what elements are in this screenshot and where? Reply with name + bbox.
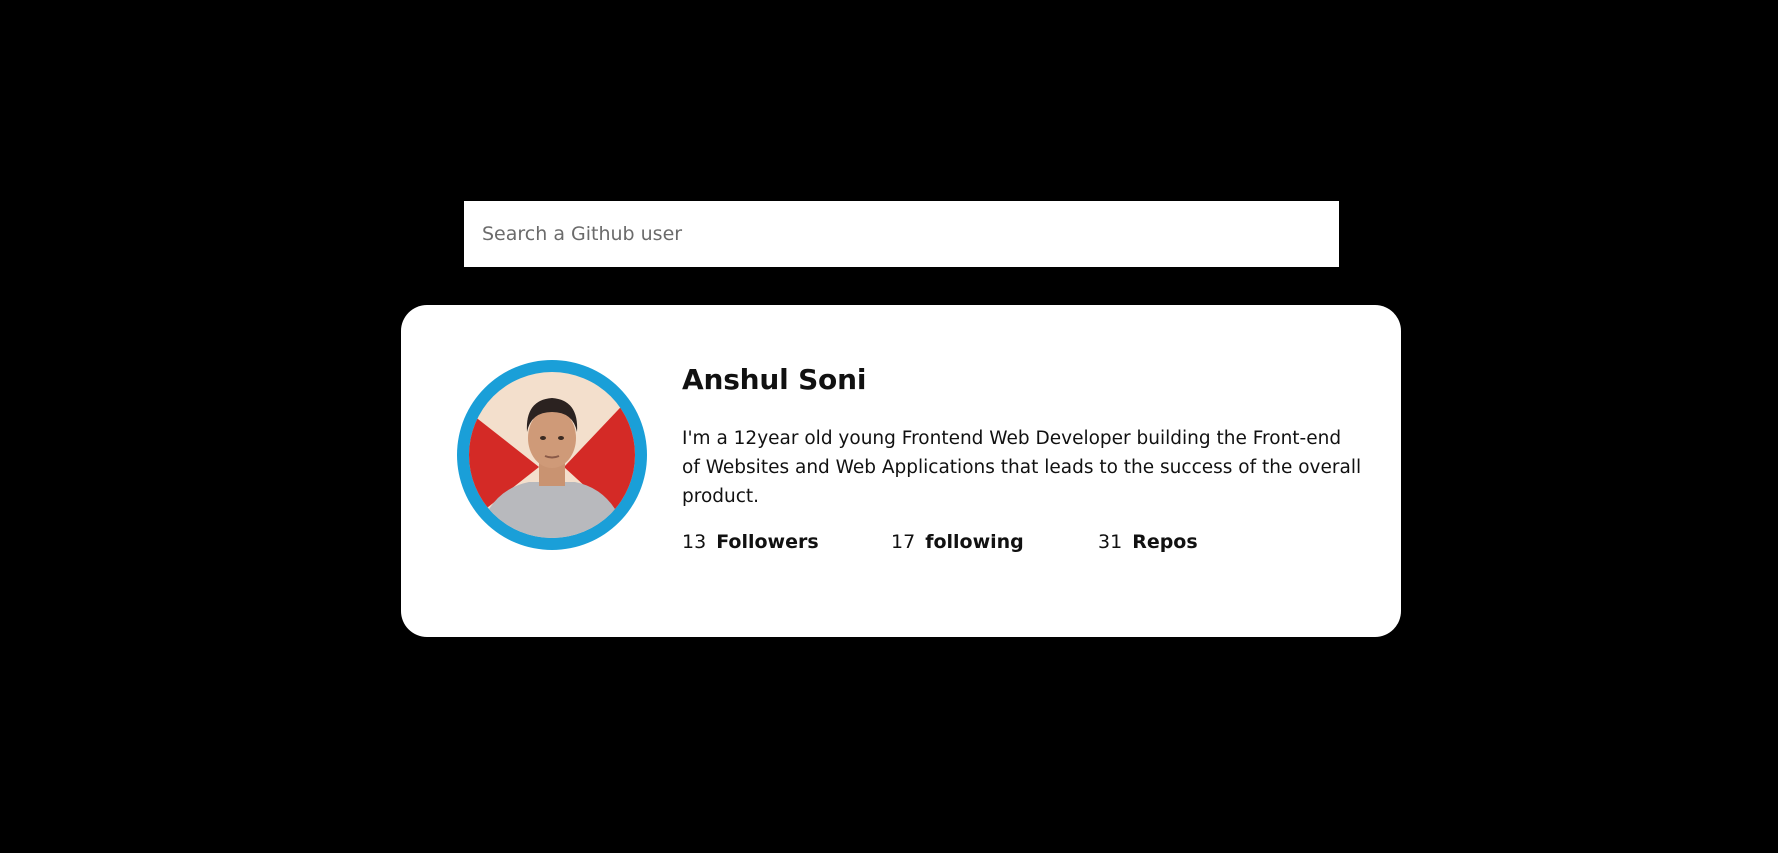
following-stat: 17 following [891,531,1098,553]
repos-count: 31 [1098,531,1123,553]
profile-info: Anshul Soni I'm a 12year old young Front… [682,363,1362,553]
followers-stat: 13 Followers [682,531,891,553]
repos-label: Repos [1132,531,1198,553]
repos-stat: 31 Repos [1098,531,1198,553]
search-bar [464,201,1339,267]
profile-bio: I'm a 12year old young Frontend Web Deve… [682,428,1362,507]
avatar [457,360,647,550]
following-label: following [925,531,1024,553]
following-count: 17 [891,531,916,553]
profile-name: Anshul Soni [682,363,867,396]
avatar-photo [469,372,635,538]
followers-count: 13 [682,531,707,553]
search-input[interactable] [464,201,1339,267]
followers-label: Followers [716,531,819,553]
profile-stats: 13 Followers 17 following 31 Repos [682,531,1362,553]
profile-card: Anshul Soni I'm a 12year old young Front… [401,305,1401,637]
